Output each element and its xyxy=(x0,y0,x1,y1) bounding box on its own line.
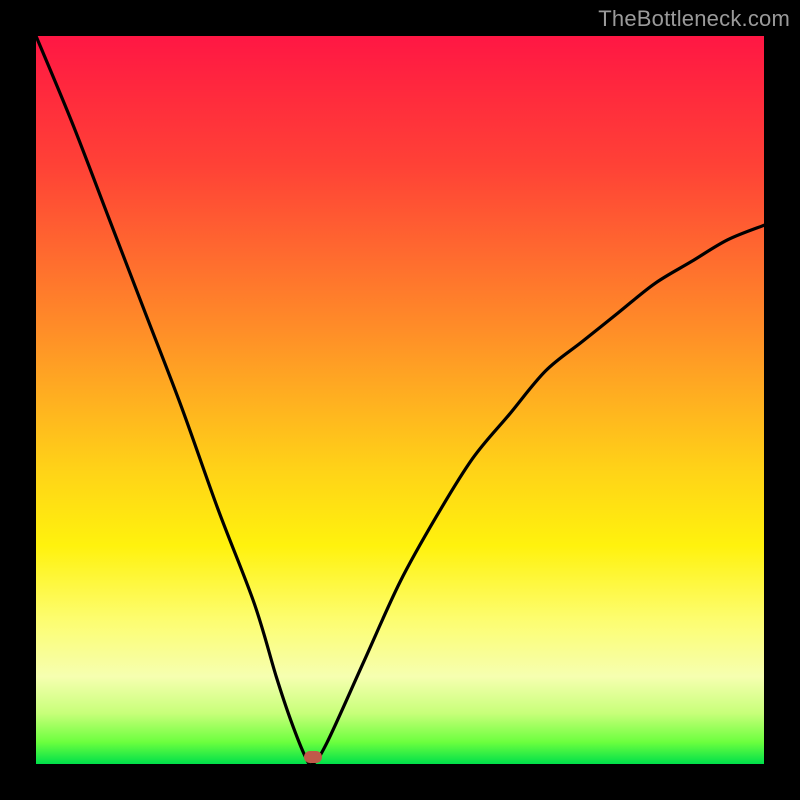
minimum-marker xyxy=(304,751,322,763)
curve-layer xyxy=(36,36,764,764)
chart-frame: TheBottleneck.com xyxy=(0,0,800,800)
bottleneck-curve xyxy=(36,36,764,765)
watermark-text: TheBottleneck.com xyxy=(598,6,790,32)
plot-area xyxy=(36,36,764,764)
